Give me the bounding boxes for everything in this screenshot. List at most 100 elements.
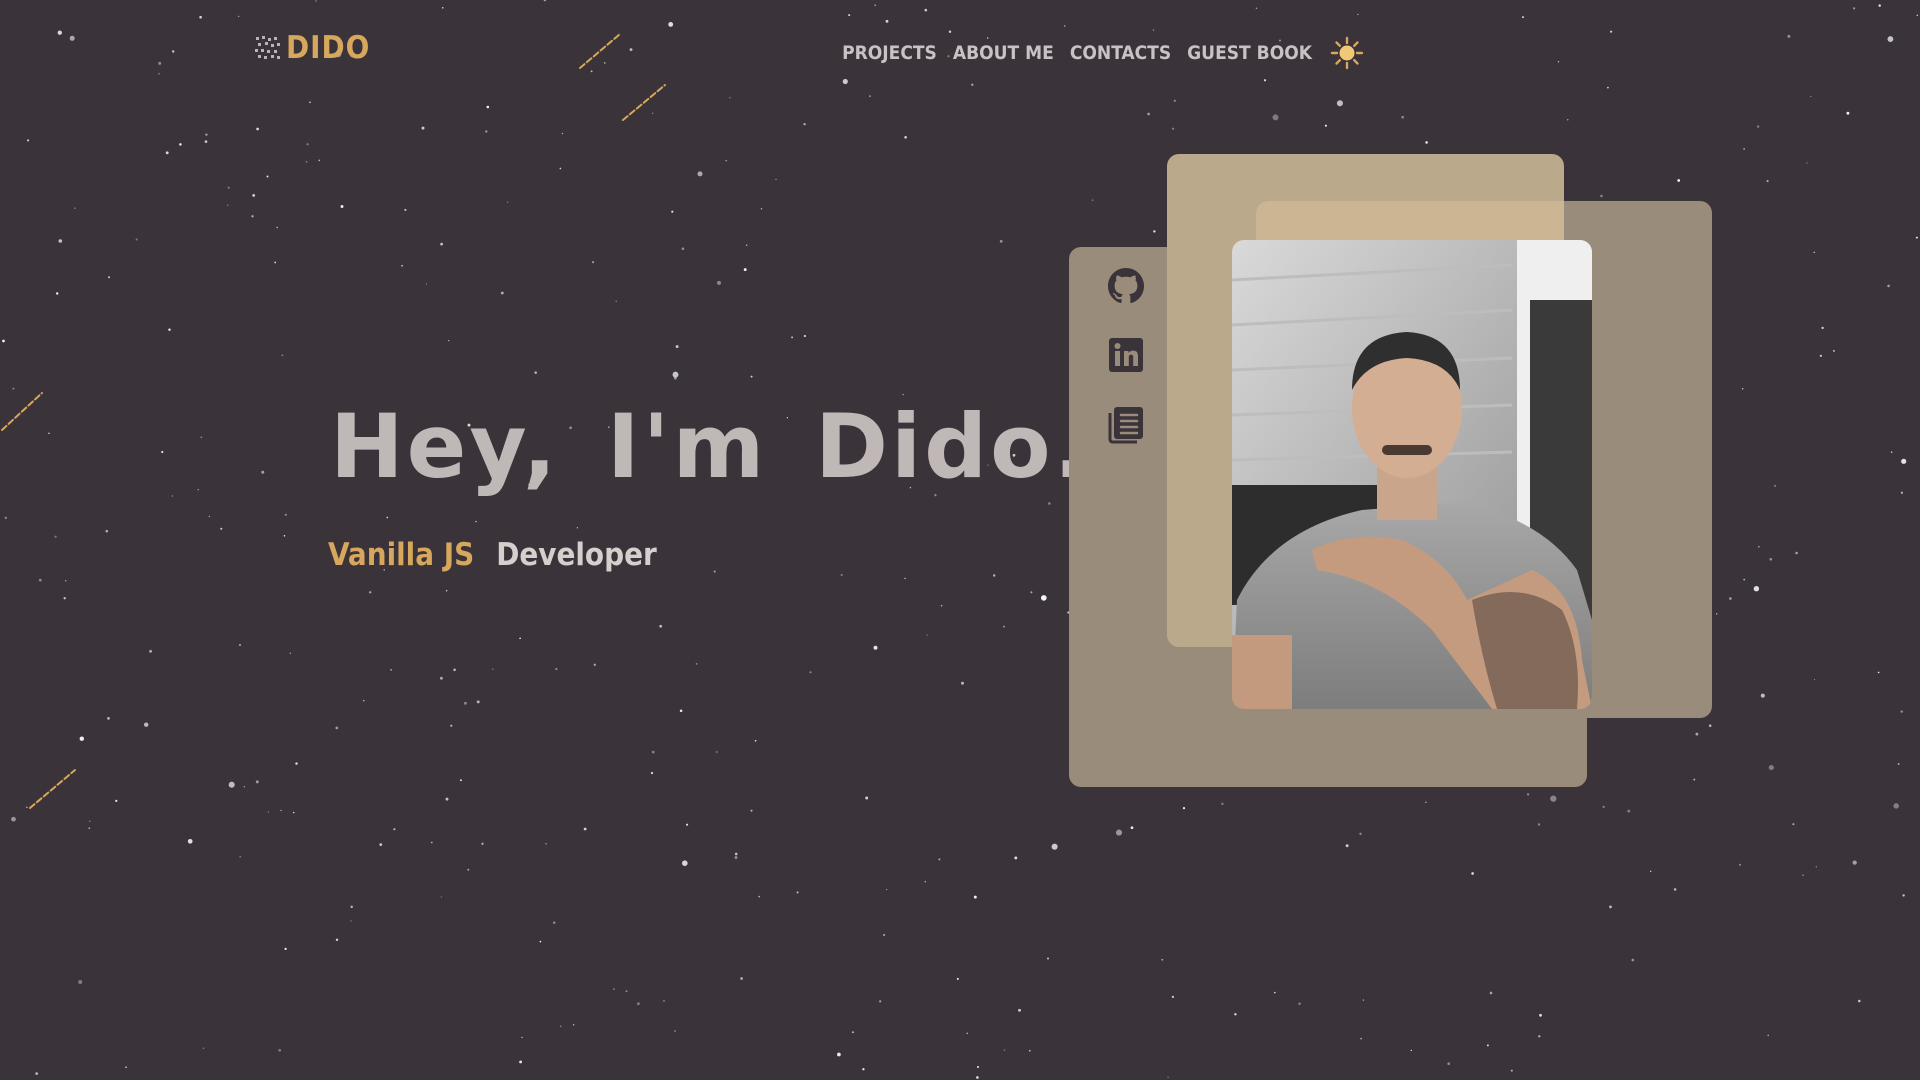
star xyxy=(1510,1069,1513,1072)
star xyxy=(1815,866,1817,868)
star xyxy=(227,204,229,206)
star xyxy=(390,669,392,671)
nav-about-me[interactable]: ABOUT ME xyxy=(953,42,1054,64)
star xyxy=(1767,1034,1769,1037)
hero-title: Hey, I'm Dido. xyxy=(330,395,1091,498)
star xyxy=(1901,458,1907,464)
star xyxy=(74,207,76,209)
star xyxy=(715,751,718,753)
hero: Hey, I'm Dido. xyxy=(330,395,1090,498)
star xyxy=(1795,551,1798,555)
star xyxy=(697,171,703,177)
site-logo[interactable]: DIDO xyxy=(254,30,370,66)
linkedin-link[interactable] xyxy=(1106,335,1146,375)
star xyxy=(1018,1008,1021,1012)
star xyxy=(379,843,383,847)
star xyxy=(1172,127,1175,130)
star xyxy=(734,852,738,856)
star xyxy=(1766,180,1769,183)
star xyxy=(89,820,91,822)
star xyxy=(208,515,211,517)
star xyxy=(500,291,504,295)
star xyxy=(1051,843,1058,850)
star xyxy=(284,513,287,516)
sun-icon[interactable] xyxy=(1330,36,1364,70)
star xyxy=(88,827,91,830)
star xyxy=(1609,905,1612,909)
subtitle-role: Developer xyxy=(496,537,657,573)
star xyxy=(1757,545,1760,548)
star xyxy=(1897,763,1900,765)
star xyxy=(1631,958,1635,962)
star xyxy=(713,570,716,573)
star xyxy=(1550,795,1557,802)
star xyxy=(1272,114,1279,121)
star xyxy=(266,175,269,178)
star xyxy=(115,799,118,803)
star xyxy=(425,283,428,285)
star xyxy=(4,516,7,520)
nav-guest-book[interactable]: GUEST BOOK xyxy=(1187,42,1312,64)
star xyxy=(1890,451,1893,453)
github-link[interactable] xyxy=(1106,266,1146,306)
star xyxy=(27,139,30,142)
star xyxy=(393,828,396,831)
star xyxy=(886,888,888,891)
star xyxy=(1091,199,1094,201)
star xyxy=(335,938,339,941)
star xyxy=(1832,349,1835,352)
star xyxy=(572,1024,575,1026)
star xyxy=(976,1076,979,1079)
star xyxy=(1567,119,1569,121)
star xyxy=(1274,991,1276,994)
star xyxy=(143,722,149,727)
star xyxy=(1769,557,1773,561)
star xyxy=(445,590,448,592)
star xyxy=(672,371,679,378)
star xyxy=(289,652,291,654)
star xyxy=(1600,194,1603,198)
star xyxy=(615,300,617,302)
star xyxy=(904,135,907,139)
star xyxy=(1410,1049,1412,1052)
star xyxy=(862,1067,865,1071)
star xyxy=(1915,236,1918,239)
star xyxy=(924,881,926,883)
star xyxy=(1858,999,1861,1003)
star xyxy=(1401,115,1404,119)
star xyxy=(1753,586,1760,592)
star xyxy=(938,858,941,861)
star xyxy=(1819,354,1822,357)
star xyxy=(165,151,169,155)
star xyxy=(851,1031,854,1034)
star xyxy=(11,816,16,822)
star xyxy=(261,470,265,474)
star xyxy=(803,123,806,126)
star xyxy=(679,709,683,713)
star xyxy=(1345,844,1349,848)
star xyxy=(79,736,85,741)
star xyxy=(809,671,812,674)
star xyxy=(1003,1049,1006,1051)
star xyxy=(1693,778,1696,781)
star xyxy=(350,905,353,909)
logo-mark-icon xyxy=(255,36,280,59)
star xyxy=(440,242,443,246)
star xyxy=(63,597,66,600)
star xyxy=(38,578,42,582)
star xyxy=(758,895,761,898)
resume-link[interactable] xyxy=(1106,404,1146,444)
star xyxy=(1877,671,1880,674)
nav-contacts[interactable]: CONTACTS xyxy=(1070,42,1171,64)
star xyxy=(956,977,959,980)
star xyxy=(940,604,943,607)
star xyxy=(695,662,698,665)
nav-projects[interactable]: PROJECTS xyxy=(842,42,937,64)
star xyxy=(1153,230,1156,233)
star xyxy=(340,205,344,208)
star xyxy=(1893,803,1899,809)
star xyxy=(973,895,977,899)
star xyxy=(1048,502,1051,505)
star xyxy=(179,143,182,146)
star xyxy=(1538,1035,1541,1038)
